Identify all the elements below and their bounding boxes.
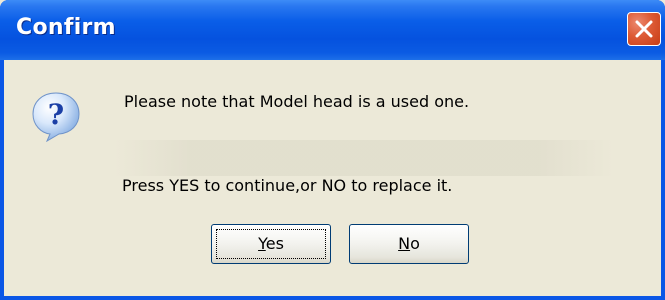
question-icon: ?	[32, 92, 80, 142]
svg-text:?: ?	[48, 98, 64, 131]
yes-button-label: es	[265, 234, 284, 253]
no-button[interactable]: No	[349, 224, 469, 264]
no-button-mnemonic: N	[398, 234, 411, 253]
message-line-1: Please note that Model head is a used on…	[124, 92, 470, 111]
close-button[interactable]	[627, 12, 661, 46]
yes-button-mnemonic: Y	[258, 234, 266, 253]
message-line-2: Press YES to continue,or NO to replace i…	[122, 176, 453, 195]
confirm-dialog: Confirm ? Please note that Model head is…	[0, 0, 665, 300]
close-icon	[635, 20, 653, 38]
dialog-body: ? Please note that Model head is a used …	[4, 60, 661, 296]
window-title: Confirm	[16, 15, 116, 40]
message-separator	[114, 140, 614, 176]
yes-button[interactable]: Yes	[211, 224, 331, 264]
no-button-label: o	[410, 234, 420, 253]
title-bar[interactable]: Confirm	[0, 0, 665, 60]
